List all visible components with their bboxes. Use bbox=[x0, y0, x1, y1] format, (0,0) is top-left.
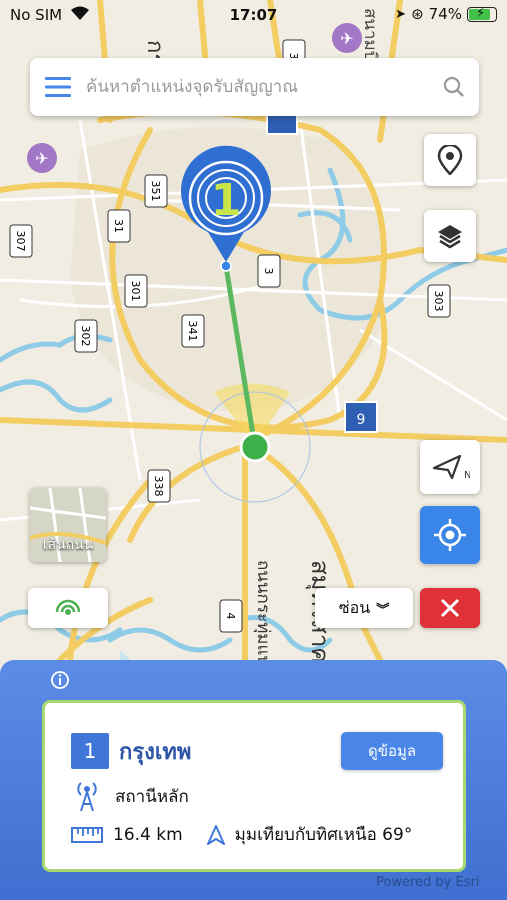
battery-icon: ⚡ bbox=[467, 6, 497, 22]
bearing-value: มุมเทียบกับทิศเหนือ 69° bbox=[234, 825, 413, 845]
status-bar: No SIM 17:07 ➤ ⊛ 74% ⚡ bbox=[0, 0, 507, 32]
info-icon[interactable] bbox=[50, 670, 70, 694]
road-shield-label: 3 bbox=[262, 268, 275, 275]
double-chevron-down-icon: ︾ bbox=[376, 602, 390, 618]
road-shield-label: 302 bbox=[79, 326, 92, 347]
powered-by-label: Powered by Esri bbox=[376, 875, 480, 890]
svg-text:✈: ✈ bbox=[35, 149, 48, 168]
layers-button[interactable] bbox=[424, 210, 476, 262]
ruler-icon bbox=[71, 826, 103, 843]
hamburger-icon bbox=[45, 77, 71, 97]
road-shield: 301 bbox=[124, 274, 148, 308]
road-shield-label: 303 bbox=[432, 291, 445, 312]
hide-panel-label: ซ่อน bbox=[338, 597, 371, 617]
compass-north-icon: N bbox=[432, 454, 470, 481]
station-marker-number: 1 bbox=[211, 175, 242, 226]
road-shield: 4 bbox=[219, 599, 243, 633]
basemap-thumbnail[interactable]: เส้นถนน bbox=[30, 488, 106, 562]
road-shield: 338 bbox=[147, 469, 171, 503]
hide-panel-button[interactable]: ซ่อน ︾ bbox=[315, 588, 413, 628]
location-arrow-icon: ➤ bbox=[395, 6, 407, 22]
battery-percent: 74% bbox=[428, 5, 462, 23]
distance-value: 16.4 km bbox=[113, 824, 183, 845]
road-shield: 31 bbox=[107, 209, 131, 243]
search-icon bbox=[443, 76, 464, 97]
layers-icon bbox=[438, 225, 462, 249]
menu-button[interactable] bbox=[30, 58, 86, 116]
location-pin-button[interactable] bbox=[424, 134, 476, 186]
road-shield-label: 351 bbox=[149, 181, 162, 202]
search-button[interactable] bbox=[429, 58, 479, 116]
compass-button[interactable]: N bbox=[420, 440, 480, 494]
basemap-thumbnail-label: เส้นถนน bbox=[42, 537, 94, 553]
station-type-label: สถานีหลัก bbox=[115, 786, 189, 807]
road-shield-label: 338 bbox=[152, 476, 165, 497]
search-bar bbox=[30, 58, 479, 116]
station-type-row: สถานีหลัก bbox=[73, 780, 189, 812]
station-card[interactable]: 1 กรุงเทพ ดูข้อมูล สถานีหลัก 16.4 km มุม… bbox=[42, 700, 466, 872]
signal-icon bbox=[55, 599, 81, 615]
road-shield-label: 307 bbox=[14, 231, 27, 252]
road-shield: 351 bbox=[144, 174, 168, 208]
antenna-tower-icon bbox=[77, 782, 97, 812]
view-details-button[interactable]: ดูข้อมูล bbox=[341, 732, 443, 770]
map-pin-icon bbox=[437, 145, 463, 175]
distance-bearing-row: 16.4 km มุมเทียบกับทิศเหนือ 69° bbox=[71, 821, 412, 848]
signal-toggle-button[interactable] bbox=[28, 588, 108, 628]
crosshair-icon bbox=[434, 519, 466, 551]
close-button[interactable] bbox=[420, 588, 480, 628]
road-shield-label: 341 bbox=[186, 321, 199, 342]
svg-text:N: N bbox=[464, 470, 470, 481]
road-shield-label: 31 bbox=[112, 219, 125, 233]
road-shield: 341 bbox=[181, 314, 205, 348]
close-icon bbox=[440, 598, 460, 618]
highway-9-label: 9 bbox=[357, 412, 366, 428]
north-arrow-icon bbox=[206, 824, 225, 845]
road-shield: 303 bbox=[427, 284, 451, 318]
road-shield: 3 bbox=[257, 254, 281, 288]
road-shield: 302 bbox=[74, 319, 98, 353]
station-name: กรุงเทพ bbox=[119, 740, 192, 765]
my-location-button[interactable] bbox=[420, 506, 480, 564]
station-info-panel: 1 กรุงเทพ ดูข้อมูล สถานีหลัก 16.4 km มุม… bbox=[0, 660, 507, 900]
orientation-lock-icon: ⊛ bbox=[411, 5, 424, 23]
road-shield-label: 301 bbox=[129, 281, 142, 302]
station-number-badge: 1 bbox=[71, 733, 109, 769]
road-shield: 307 bbox=[9, 224, 33, 258]
search-input[interactable] bbox=[86, 77, 429, 97]
road-shield-label: 4 bbox=[224, 613, 237, 620]
